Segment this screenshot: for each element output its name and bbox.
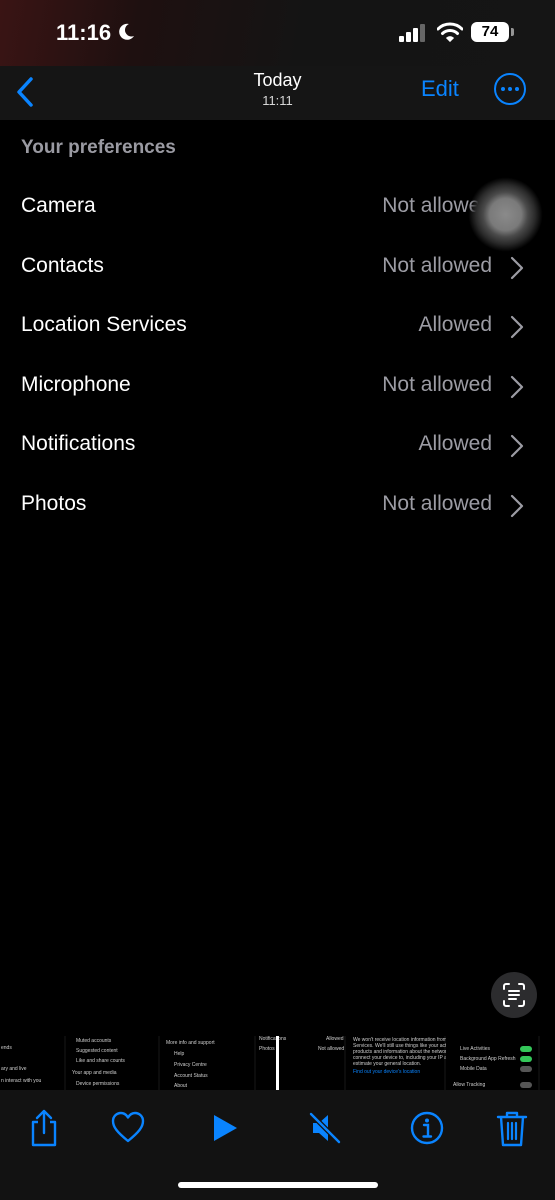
heart-icon[interactable] [110,1108,146,1148]
toggle-on [520,1056,532,1062]
preference-label: Notifications [21,432,136,455]
preference-row-microphone[interactable]: Microphone Not allowed [0,359,555,418]
preference-row-contacts[interactable]: Contacts Not allowed [0,240,555,299]
more-dot [508,87,512,91]
preference-label: Microphone [21,373,131,396]
current-position-marker [276,1036,279,1090]
thumbnail-text: Your app and media [72,1070,117,1076]
trash-icon[interactable] [494,1108,530,1148]
toggle-off [520,1082,532,1088]
chevron-right-icon [510,256,524,280]
preference-label: Photos [21,492,87,515]
status-time: 11:16 [56,20,112,45]
preference-row-location-services[interactable]: Location Services Allowed [0,299,555,358]
wifi-icon [437,22,463,42]
play-icon[interactable] [207,1108,243,1148]
thumbnail[interactable]: Muted accounts Suggested content Like an… [66,1036,158,1090]
thumbnail[interactable] [540,1036,555,1090]
chevron-right-icon [510,375,524,399]
preference-value: Not allowed [382,254,492,277]
thumbnail-text: n interact with you [1,1078,42,1084]
thumbnail-text: ary and live [1,1066,27,1072]
share-icon[interactable] [26,1108,62,1148]
preference-value: Not allowed [382,373,492,396]
thumbnail-text: Help [174,1051,185,1057]
navigation-bar: Today 11:11 Edit [0,66,555,121]
preference-value: Allowed [418,313,492,336]
thumbnail-text: Privacy Centre [174,1062,207,1068]
thumbnail[interactable]: Live Activities Background App Refresh M… [446,1036,538,1090]
preference-row-photos[interactable]: Photos Not allowed [0,478,555,537]
thumbnail-text: Device permissions [76,1081,120,1087]
thumbnail-link-text: Find out your device's location [353,1069,421,1075]
battery-level: 74 [481,23,499,40]
preference-label: Camera [21,194,96,217]
thumbnail-text: Muted accounts [76,1038,112,1044]
thumbnail[interactable]: More info and support Help Privacy Centr… [160,1036,254,1090]
thumbnail-text: Allowed [326,1036,344,1042]
chevron-right-icon [510,434,524,458]
section-header: Your preferences [21,137,176,158]
speaker-slash-icon[interactable] [307,1108,343,1148]
live-text-icon [503,983,525,1007]
chevron-right-icon [510,315,524,339]
battery-nub [511,28,514,36]
thumbnail-text: estimate your general location. [353,1061,422,1067]
thumbnail-text: Account Status [174,1073,208,1079]
battery-indicator: 74 [471,22,509,42]
thumbnail-text: Live Activities [460,1046,491,1052]
edit-button[interactable]: Edit [421,76,459,102]
preference-row-notifications[interactable]: Notifications Allowed [0,418,555,477]
thumbnail-strip[interactable]: ends ary and live n interact with you Mu… [0,1036,555,1090]
thumbnail-text: Like and share counts [76,1058,125,1064]
cellular-signal-icon [399,24,425,42]
thumbnail-text: About [174,1083,188,1089]
thumbnail[interactable]: ends ary and live n interact with you [0,1036,64,1090]
thumbnail[interactable]: We won't receive location information fr… [346,1036,471,1090]
chevron-right-icon [510,494,524,518]
home-indicator[interactable] [178,1182,378,1188]
more-options-button[interactable] [494,73,526,105]
preference-value: Allowed [418,432,492,455]
preference-value: Not allowed [382,492,492,515]
touch-indicator [468,177,543,252]
info-icon[interactable] [409,1108,445,1148]
thumbnail-text: Suggested content [76,1048,118,1054]
moon-icon [119,23,134,40]
thumbnail-text: Mobile Data [460,1066,487,1072]
more-dot [501,87,505,91]
toggle-off [520,1066,532,1072]
photo-content: Your preferences Camera Not allowed Cont… [0,120,555,1035]
thumbnail-text: Allow Tracking [453,1082,486,1088]
thumbnail-text: More info and support [166,1040,215,1046]
thumbnail-current[interactable]: Notifications Photos Allowed Not allowed [256,1036,344,1090]
status-bar: 11:16 74 [0,0,555,66]
thumbnail-text: ends [1,1045,12,1051]
preference-label: Contacts [21,254,104,277]
thumbnail-text: Notifications [259,1036,287,1042]
more-dot [515,87,519,91]
nav-subtitle: 11:11 [262,93,293,108]
preference-label: Location Services [21,313,187,336]
thumbnail-text: Photos [259,1046,275,1052]
toggle-on [520,1046,532,1052]
thumbnail-text: Not allowed [318,1046,345,1052]
thumbnail-text: Background App Refresh [460,1056,516,1062]
nav-title: Today [253,70,302,90]
live-text-button[interactable] [491,972,537,1018]
